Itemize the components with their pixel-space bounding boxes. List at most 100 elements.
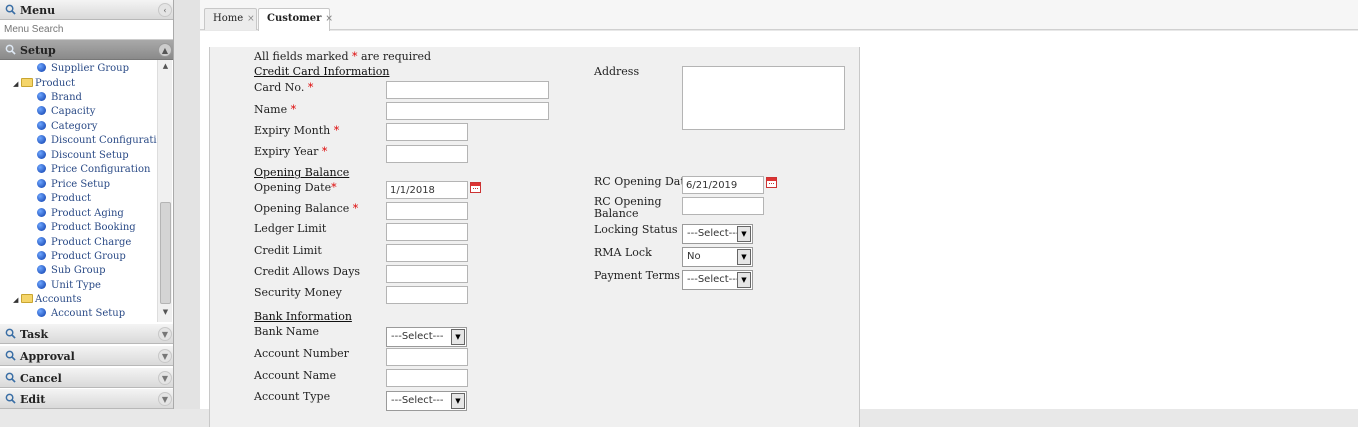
node-bullet-icon xyxy=(37,279,46,289)
chevron-down-icon[interactable]: ▼ xyxy=(158,327,172,341)
section-label: Cancel xyxy=(20,372,62,385)
section-label: Task xyxy=(20,328,49,341)
node-bullet-icon xyxy=(37,265,46,275)
tab-home[interactable]: Home × xyxy=(204,8,257,30)
address-textarea[interactable] xyxy=(682,66,845,130)
account-name-input[interactable] xyxy=(386,369,468,387)
chevron-up-icon[interactable]: ▲ xyxy=(158,43,172,57)
expand-arrow-icon[interactable]: ◢ xyxy=(13,80,21,88)
customer-form: All fields marked * are required Credit … xyxy=(209,47,860,427)
node-bullet-icon xyxy=(37,149,46,159)
chevron-down-icon[interactable]: ▼ xyxy=(737,226,751,242)
credit-allows-days-label: Credit Allows Days xyxy=(254,265,361,278)
locking-status-select[interactable]: ---Select--- ▼ xyxy=(682,224,753,244)
rc-opening-balance-input[interactable] xyxy=(682,197,764,215)
section-header-edit[interactable]: Edit ▼ xyxy=(0,389,173,409)
expiry-year-label: Expiry Year * xyxy=(254,145,328,158)
folder-icon xyxy=(21,294,33,303)
menu-search-input[interactable] xyxy=(0,20,173,40)
tree-item-supplier-group[interactable]: Supplier Group xyxy=(37,63,129,77)
chevron-down-icon[interactable]: ▼ xyxy=(737,272,751,288)
expiry-month-input[interactable] xyxy=(386,123,468,141)
tree-item-unit-type[interactable]: Unit Type xyxy=(37,279,101,294)
menu-label: Menu xyxy=(20,4,56,17)
account-number-label: Account Number xyxy=(254,347,349,360)
scroll-up-icon[interactable]: ▲ xyxy=(158,62,173,74)
locking-status-label: Locking Status xyxy=(594,223,678,236)
tree-item-product-group[interactable]: Product Group xyxy=(37,250,126,265)
rc-opening-date-input[interactable] xyxy=(682,176,764,194)
tree-scrollbar[interactable]: ▲ ▼ xyxy=(157,60,172,322)
bank-heading: Bank Information xyxy=(254,310,352,323)
node-bullet-icon xyxy=(37,250,46,260)
credit-allows-days-input[interactable] xyxy=(386,265,468,283)
ledger-limit-input[interactable] xyxy=(386,223,468,241)
tree-item-product-aging[interactable]: Product Aging xyxy=(37,207,124,222)
calendar-icon[interactable] xyxy=(470,182,481,193)
tree-item-category[interactable]: Category xyxy=(37,120,97,135)
chevron-down-icon[interactable]: ▼ xyxy=(737,249,751,265)
bank-name-label: Bank Name xyxy=(254,325,320,338)
credit-limit-input[interactable] xyxy=(386,244,468,262)
tree-item-sub-group[interactable]: Sub Group xyxy=(37,265,106,279)
account-number-input[interactable] xyxy=(386,348,468,366)
section-header-task[interactable]: Task ▼ xyxy=(0,324,173,344)
node-bullet-icon xyxy=(37,63,46,72)
bank-name-select[interactable]: ---Select--- ▼ xyxy=(386,327,467,347)
name-input[interactable] xyxy=(386,102,549,120)
chevron-down-icon[interactable]: ▼ xyxy=(158,371,172,385)
expand-arrow-icon[interactable]: ◢ xyxy=(13,296,21,304)
scroll-down-icon[interactable]: ▼ xyxy=(158,308,173,320)
tree-item-price-setup[interactable]: Price Setup xyxy=(37,178,110,193)
menu-header[interactable]: Menu ‹ xyxy=(0,0,173,20)
chevron-down-icon[interactable]: ▼ xyxy=(158,392,172,406)
opening-balance-heading: Opening Balance xyxy=(254,166,350,179)
search-icon xyxy=(5,350,16,361)
search-icon xyxy=(5,44,16,55)
expiry-month-label: Expiry Month * xyxy=(254,124,340,137)
account-type-select[interactable]: ---Select--- ▼ xyxy=(386,391,467,411)
security-money-input[interactable] xyxy=(386,286,468,304)
chevron-down-icon[interactable]: ▼ xyxy=(158,349,172,363)
section-header-approval[interactable]: Approval ▼ xyxy=(0,346,173,366)
expiry-year-input[interactable] xyxy=(386,145,468,163)
required-note: All fields marked * are required xyxy=(254,50,432,63)
folder-icon xyxy=(21,78,33,87)
tree-folder-accounts[interactable]: ◢ Accounts xyxy=(13,294,81,308)
close-icon[interactable]: × xyxy=(325,14,333,24)
opening-date-input[interactable] xyxy=(386,181,468,199)
setup-header[interactable]: Setup ▲ xyxy=(0,40,173,60)
chevron-down-icon[interactable]: ▼ xyxy=(451,393,465,409)
sidebar: Menu ‹ Setup ▲ Supplier Group ◢Product B… xyxy=(0,0,174,409)
tree-item-discount-setup[interactable]: Discount Setup xyxy=(37,149,129,164)
card-no-label: Card No. * xyxy=(254,81,314,94)
tree-item-product-booking[interactable]: Product Booking xyxy=(37,222,136,236)
calendar-icon[interactable] xyxy=(766,177,777,188)
search-icon xyxy=(5,393,16,404)
security-money-label: Security Money xyxy=(254,286,342,299)
section-header-cancel[interactable]: Cancel ▼ xyxy=(0,368,173,388)
tree-item-brand[interactable]: Brand xyxy=(37,92,82,106)
payment-terms-select[interactable]: ---Select--- ▼ xyxy=(682,270,753,290)
node-bullet-icon xyxy=(37,193,46,203)
rma-lock-select[interactable]: No ▼ xyxy=(682,247,753,267)
node-bullet-icon xyxy=(37,92,46,101)
node-bullet-icon xyxy=(37,207,46,217)
opening-balance-input[interactable] xyxy=(386,202,468,220)
tree-item-product[interactable]: Product xyxy=(37,193,91,207)
card-no-input[interactable] xyxy=(386,81,549,99)
scroll-thumb[interactable] xyxy=(160,202,171,304)
tab-customer[interactable]: Customer × xyxy=(258,8,333,31)
node-bullet-icon xyxy=(37,106,46,116)
tree-item-discount-configuration[interactable]: Discount Configuration xyxy=(37,135,169,149)
tree-item-product-charge[interactable]: Product Charge xyxy=(37,236,131,251)
collapse-sidebar-icon[interactable]: ‹ xyxy=(158,3,172,17)
rc-opening-date-label: RC Opening Date xyxy=(594,175,692,188)
tree-item-account-setup[interactable]: Account Setup xyxy=(37,308,125,322)
close-icon[interactable]: × xyxy=(247,14,255,24)
tree-item-capacity[interactable]: Capacity xyxy=(37,106,95,120)
tree-folder-product[interactable]: ◢ Product xyxy=(13,78,75,92)
tree-item-price-configuration[interactable]: Price Configuration xyxy=(37,164,150,178)
chevron-down-icon[interactable]: ▼ xyxy=(451,329,465,345)
search-icon xyxy=(5,328,16,339)
